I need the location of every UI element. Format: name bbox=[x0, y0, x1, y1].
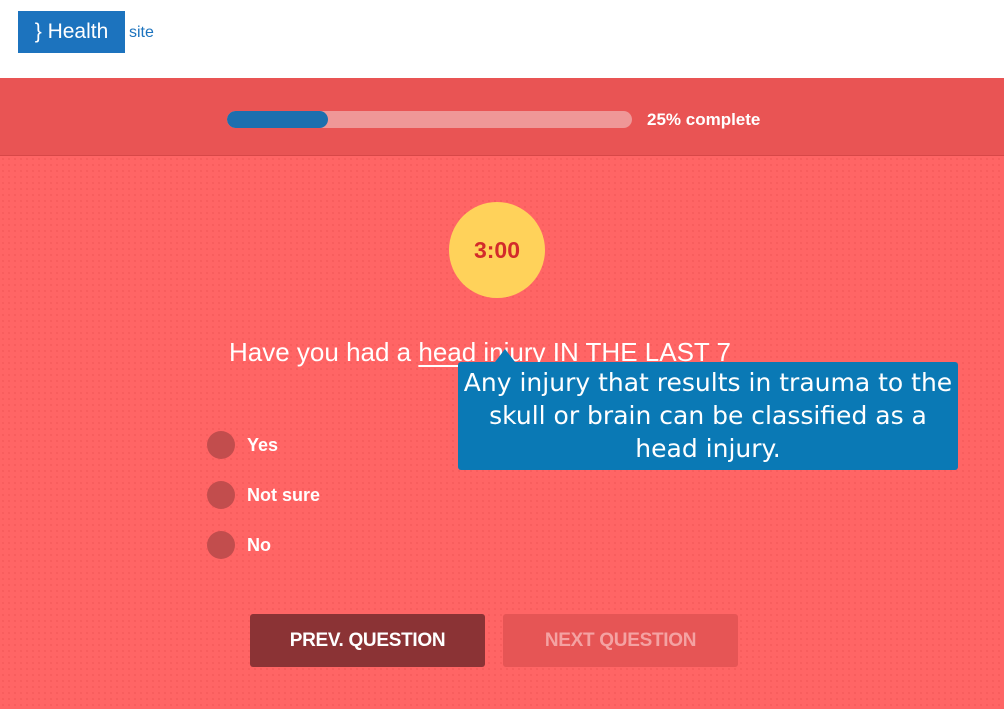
radio-no[interactable] bbox=[207, 531, 235, 559]
prev-question-button[interactable]: PREV. QUESTION bbox=[250, 614, 485, 667]
logo[interactable]: } Health bbox=[18, 11, 125, 53]
logo-subtext: site bbox=[129, 24, 154, 41]
site-header: } Health site bbox=[0, 0, 1004, 78]
tooltip-arrow bbox=[495, 349, 515, 362]
question-prefix: Have you had a bbox=[229, 337, 419, 367]
progress-fill bbox=[227, 111, 329, 128]
option-label-no: No bbox=[247, 534, 271, 555]
countdown-timer: 3:00 bbox=[449, 202, 545, 298]
next-question-button[interactable]: NEXT QUESTION bbox=[503, 614, 738, 667]
definition-tooltip: Any injury that results in trauma to the… bbox=[458, 362, 958, 470]
option-label-not-sure: Not sure bbox=[247, 484, 321, 505]
option-label-yes: Yes bbox=[247, 434, 279, 455]
option-yes[interactable]: Yes bbox=[207, 431, 278, 459]
option-not-sure[interactable]: Not sure bbox=[207, 481, 320, 509]
progress-label: 25% complete bbox=[647, 110, 761, 129]
radio-yes[interactable] bbox=[207, 431, 235, 459]
progress-bar bbox=[227, 111, 632, 128]
option-no[interactable]: No bbox=[207, 531, 271, 559]
radio-not-sure[interactable] bbox=[207, 481, 235, 509]
